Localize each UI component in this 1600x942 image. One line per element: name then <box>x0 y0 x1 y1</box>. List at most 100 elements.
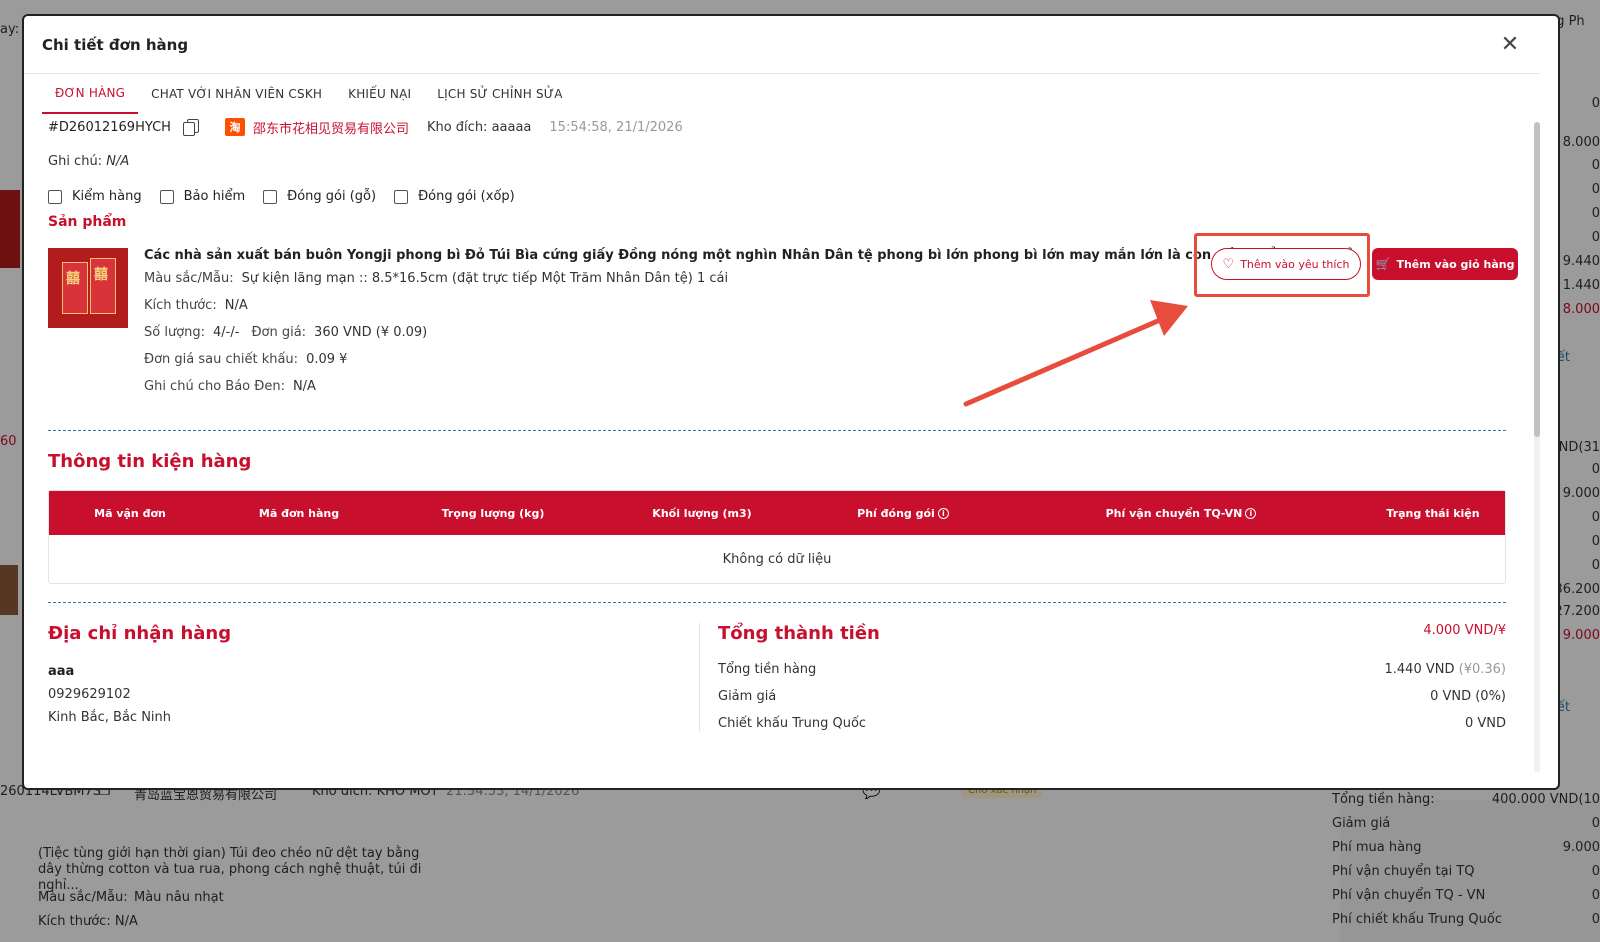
package-table-header: Mã vận đơn Mã đơn hàng Trọng lượng (kg) … <box>49 491 1505 535</box>
product-color: Màu sắc/Mẫu: Sự kiện lãng mạn :: 8.5*16.5… <box>144 271 1355 286</box>
totals-heading: Tổng thành tiền <box>718 623 880 644</box>
scrollbar[interactable] <box>1534 122 1540 772</box>
product-discount-price: Đơn giá sau chiết khấu: 0.09 ¥ <box>144 352 1355 367</box>
discount-price-label: Đơn giá sau chiết khấu: <box>144 352 299 367</box>
checkbox-wood-packing[interactable]: Đóng gói (gỗ) <box>263 189 376 204</box>
shop-name-link[interactable]: 邵东市花相见贸易有限公司 <box>253 118 409 137</box>
checkbox-box[interactable] <box>48 189 62 204</box>
col-shipping-fee-label: Phí vận chuyển TQ-VN <box>1105 506 1243 520</box>
product-size: Kích thước: N/A <box>144 298 1355 313</box>
cart-icon: 🛒 <box>1375 257 1391 271</box>
tab-complaint[interactable]: KHIẾU NẠI <box>335 74 424 114</box>
qty-label: Số lượng: <box>144 325 206 340</box>
warehouse-label: Kho đích: aaaaa <box>426 119 532 135</box>
col-packing-fee: Phí đóng gói i <box>805 507 1001 520</box>
shipping-address: Địa chỉ nhận hàng aaa 0929629102 Kinh Bắ… <box>48 623 700 731</box>
info-icon[interactable]: i <box>1245 507 1257 519</box>
checkbox-inspection[interactable]: Kiểm hàng <box>48 189 142 204</box>
checkbox-label: Đóng gói (gỗ) <box>287 189 377 204</box>
modal-content: #D26012169HYCH 淘 邵东市花相见贸易有限公司 Kho đích: … <box>24 116 1530 788</box>
close-icon[interactable]: ✕ <box>1498 32 1522 57</box>
checkbox-box[interactable] <box>394 189 409 204</box>
checkbox-box[interactable] <box>263 189 278 204</box>
table-empty-state: Không có dữ liệu <box>722 551 832 567</box>
product-info: Các nhà sản xuất bán buôn Yongji phong b… <box>144 248 1355 394</box>
order-id: #D26012169HYCH <box>48 119 171 135</box>
col-weight: Trọng lượng (kg) <box>441 506 545 520</box>
divider <box>48 430 1506 431</box>
total-extra: (¥0.36) <box>1458 662 1506 677</box>
total-value: 0 VND <box>1464 716 1506 731</box>
bottom-section: Địa chỉ nhận hàng aaa 0929629102 Kinh Bắ… <box>48 623 1506 731</box>
package-heading: Thông tin kiện hàng <box>48 451 252 472</box>
product-image[interactable]: 囍囍 <box>48 248 128 328</box>
checkbox-label: Kiểm hàng <box>72 189 142 204</box>
checkbox-box[interactable] <box>159 189 174 204</box>
product-note-value: N/A <box>292 379 316 394</box>
order-timestamp: 15:54:58, 21/1/2026 <box>549 119 683 135</box>
col-packing-fee-label: Phí đóng gói <box>857 506 935 520</box>
col-package-status: Trạng thái kiện <box>1386 506 1480 520</box>
order-note: Ghi chú: N/A <box>48 154 1506 169</box>
product-note-label: Ghi chú cho Báo Đen: <box>144 379 285 394</box>
order-detail-modal: Chi tiết đơn hàng ✕ ĐƠN HÀNG CHAT VỚI NH… <box>22 14 1560 790</box>
total-label: Tổng tiền hàng <box>718 662 817 677</box>
price-value: 360 VND (¥ 0.09) <box>314 325 428 340</box>
total-row-discount: Giảm giá 0 VND (0%) <box>718 689 1506 704</box>
total-row-china-discount: Chiết khấu Trung Quốc 0 VND <box>718 716 1506 731</box>
size-label: Kích thước: <box>144 298 217 313</box>
modal-title: Chi tiết đơn hàng <box>42 35 189 54</box>
recipient-name: aaa <box>48 664 75 679</box>
note-value: N/A <box>106 154 130 169</box>
heart-icon: ♡ <box>1222 256 1235 272</box>
divider <box>48 602 1506 603</box>
exchange-rate: 4.000 VND/¥ <box>1423 623 1506 638</box>
color-value: Sự kiện lãng mạn :: 8.5*16.5cm (đặt trực… <box>241 271 729 286</box>
checkbox-insurance[interactable]: Bảo hiểm <box>159 189 246 204</box>
total-row-goods: Tổng tiền hàng 1.440 VND (¥0.36) <box>718 662 1506 677</box>
cart-button-label: Thêm vào giỏ hàng <box>1396 257 1515 271</box>
order-totals: Tổng thành tiền 4.000 VND/¥ Tổng tiền hà… <box>700 623 1506 731</box>
total-label: Chiết khấu Trung Quốc <box>718 716 867 731</box>
recipient-phone: 0929629102 <box>48 687 131 702</box>
modal-header: Chi tiết đơn hàng ✕ <box>24 16 1540 74</box>
qty-value: 4/-/- <box>213 325 240 340</box>
total-value: 1.440 VND <box>1384 662 1455 677</box>
info-icon[interactable]: i <box>937 507 949 519</box>
tab-edit-history[interactable]: LỊCH SỬ CHỈNH SỬA <box>424 74 575 114</box>
total-value: 0 VND (0%) <box>1430 689 1506 704</box>
scrollbar-thumb[interactable] <box>1534 122 1540 437</box>
add-to-cart-button[interactable]: 🛒 Thêm vào giỏ hàng <box>1372 248 1518 280</box>
products-heading: Sản phẩm <box>48 214 127 230</box>
size-value: N/A <box>224 298 248 313</box>
total-label: Giảm giá <box>718 689 777 704</box>
service-checkboxes: Kiểm hàng Bảo hiểm Đóng gói (gỗ) Đóng gó… <box>48 189 1506 204</box>
product-name[interactable]: Các nhà sản xuất bán buôn Yongji phong b… <box>144 248 1355 263</box>
product-note: Ghi chú cho Báo Đen: N/A <box>144 379 1355 394</box>
price-label: Đơn giá: <box>251 325 307 340</box>
checkbox-label: Bảo hiểm <box>183 189 246 204</box>
total-value-wrap: 1.440 VND (¥0.36) <box>1385 662 1507 677</box>
col-tracking-code: Mã vận đơn <box>94 506 166 520</box>
tab-bar: ĐƠN HÀNG CHAT VỚI NHÂN VIÊN CSKH KHIẾU N… <box>24 74 1558 114</box>
checkbox-foam-packing[interactable]: Đóng gói (xốp) <box>394 189 515 204</box>
taobao-logo-icon: 淘 <box>224 118 245 136</box>
note-label: Ghi chú: <box>48 154 103 169</box>
package-table: Mã vận đơn Mã đơn hàng Trọng lượng (kg) … <box>48 490 1506 584</box>
recipient-location: Kinh Bắc, Bắc Ninh <box>48 710 172 725</box>
copy-icon[interactable] <box>182 119 199 136</box>
color-label: Màu sắc/Mẫu: <box>144 271 234 286</box>
discount-price-value: 0.09 ¥ <box>306 352 348 367</box>
col-order-code: Mã đơn hàng <box>258 506 340 520</box>
address-heading: Địa chỉ nhận hàng <box>48 623 232 644</box>
col-shipping-fee: Phí vận chuyển TQ-VN i <box>1001 507 1361 520</box>
col-volume: Khối lượng (m3) <box>652 506 752 520</box>
order-meta-row: #D26012169HYCH 淘 邵东市花相见贸易有限公司 Kho đích: … <box>48 118 1506 137</box>
tab-order[interactable]: ĐƠN HÀNG <box>42 74 139 114</box>
product-item: 囍囍 Các nhà sản xuất bán buôn Yongji phon… <box>48 233 1518 394</box>
fav-button-label: Thêm vào yêu thích <box>1240 257 1350 271</box>
add-to-favorites-button[interactable]: ♡ Thêm vào yêu thích <box>1211 248 1361 280</box>
tab-chat-cskh[interactable]: CHAT VỚI NHÂN VIÊN CSKH <box>138 74 335 114</box>
checkbox-label: Đóng gói (xốp) <box>418 189 515 204</box>
product-qty-price: Số lượng: 4/-/- Đơn giá: 360 VND (¥ 0.09) <box>144 325 1355 340</box>
